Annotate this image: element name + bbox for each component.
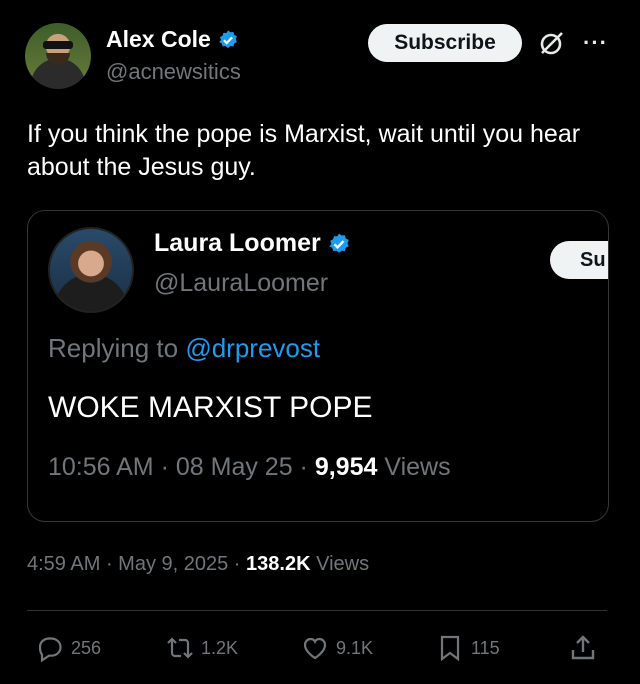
quoted-author-handle[interactable]: @LauraLoomer bbox=[154, 269, 328, 298]
tweet-views-count: 138.2K bbox=[246, 553, 311, 575]
mention-link[interactable]: @drprevost bbox=[185, 333, 320, 363]
heart-icon bbox=[303, 637, 327, 660]
quoted-avatar[interactable] bbox=[48, 227, 134, 313]
bookmark-button[interactable]: 115 bbox=[435, 633, 500, 663]
quoted-tweet-meta: 10:56 AM · 08 May 25 · 9,954 Views bbox=[48, 453, 451, 481]
tweet-date[interactable]: May 9, 2025 bbox=[118, 553, 228, 575]
tweet-views-label: Views bbox=[316, 553, 370, 575]
quoted-views-count: 9,954 bbox=[314, 453, 378, 481]
quoted-tweet[interactable]: Laura Loomer @LauraLoomer Su Replying to… bbox=[27, 210, 609, 522]
tweet-text: If you think the pope is Marxist, wait u… bbox=[27, 120, 581, 181]
quoted-time: 10:56 AM bbox=[48, 453, 154, 481]
quoted-date: 08 May 25 bbox=[175, 453, 293, 481]
replying-to: Replying to @drprevost bbox=[48, 333, 320, 364]
subscribe-button[interactable]: Subscribe bbox=[368, 24, 522, 62]
quoted-subscribe-button[interactable]: Su bbox=[550, 241, 608, 279]
tweet-time[interactable]: 4:59 AM bbox=[27, 553, 100, 575]
reply-button[interactable]: 256 bbox=[35, 633, 101, 663]
quoted-tweet-text: WOKE MARXIST POPE bbox=[48, 391, 373, 424]
avatar[interactable] bbox=[25, 23, 91, 89]
author-name-text[interactable]: Alex Cole bbox=[106, 26, 211, 53]
bookmark-icon bbox=[440, 635, 460, 662]
like-count: 9.1K bbox=[336, 637, 374, 658]
bookmark-count: 115 bbox=[471, 637, 500, 658]
author-name[interactable]: Alex Cole bbox=[106, 26, 239, 53]
replying-prefix: Replying to bbox=[48, 333, 179, 363]
like-button[interactable]: 9.1K bbox=[300, 633, 373, 663]
repost-button[interactable]: 1.2K bbox=[165, 633, 238, 663]
reply-icon bbox=[38, 637, 62, 663]
repost-count: 1.2K bbox=[201, 637, 239, 658]
more-options-icon[interactable]: ··· bbox=[583, 30, 608, 56]
tweet-meta: 4:59 AM · May 9, 2025 · 138.2K Views bbox=[27, 553, 370, 575]
quoted-author-name[interactable]: Laura Loomer bbox=[154, 229, 351, 258]
author-handle[interactable]: @acnewsitics bbox=[106, 59, 241, 85]
divider bbox=[27, 610, 607, 611]
repost-icon bbox=[167, 637, 193, 659]
quoted-author-name-text[interactable]: Laura Loomer bbox=[154, 229, 321, 258]
share-icon bbox=[571, 635, 595, 660]
grok-icon[interactable] bbox=[537, 30, 565, 58]
quoted-views-label: Views bbox=[384, 453, 451, 481]
verified-badge-icon bbox=[218, 29, 237, 48]
reply-count: 256 bbox=[71, 637, 102, 658]
verified-badge-icon bbox=[329, 233, 349, 253]
share-button[interactable] bbox=[568, 633, 604, 663]
